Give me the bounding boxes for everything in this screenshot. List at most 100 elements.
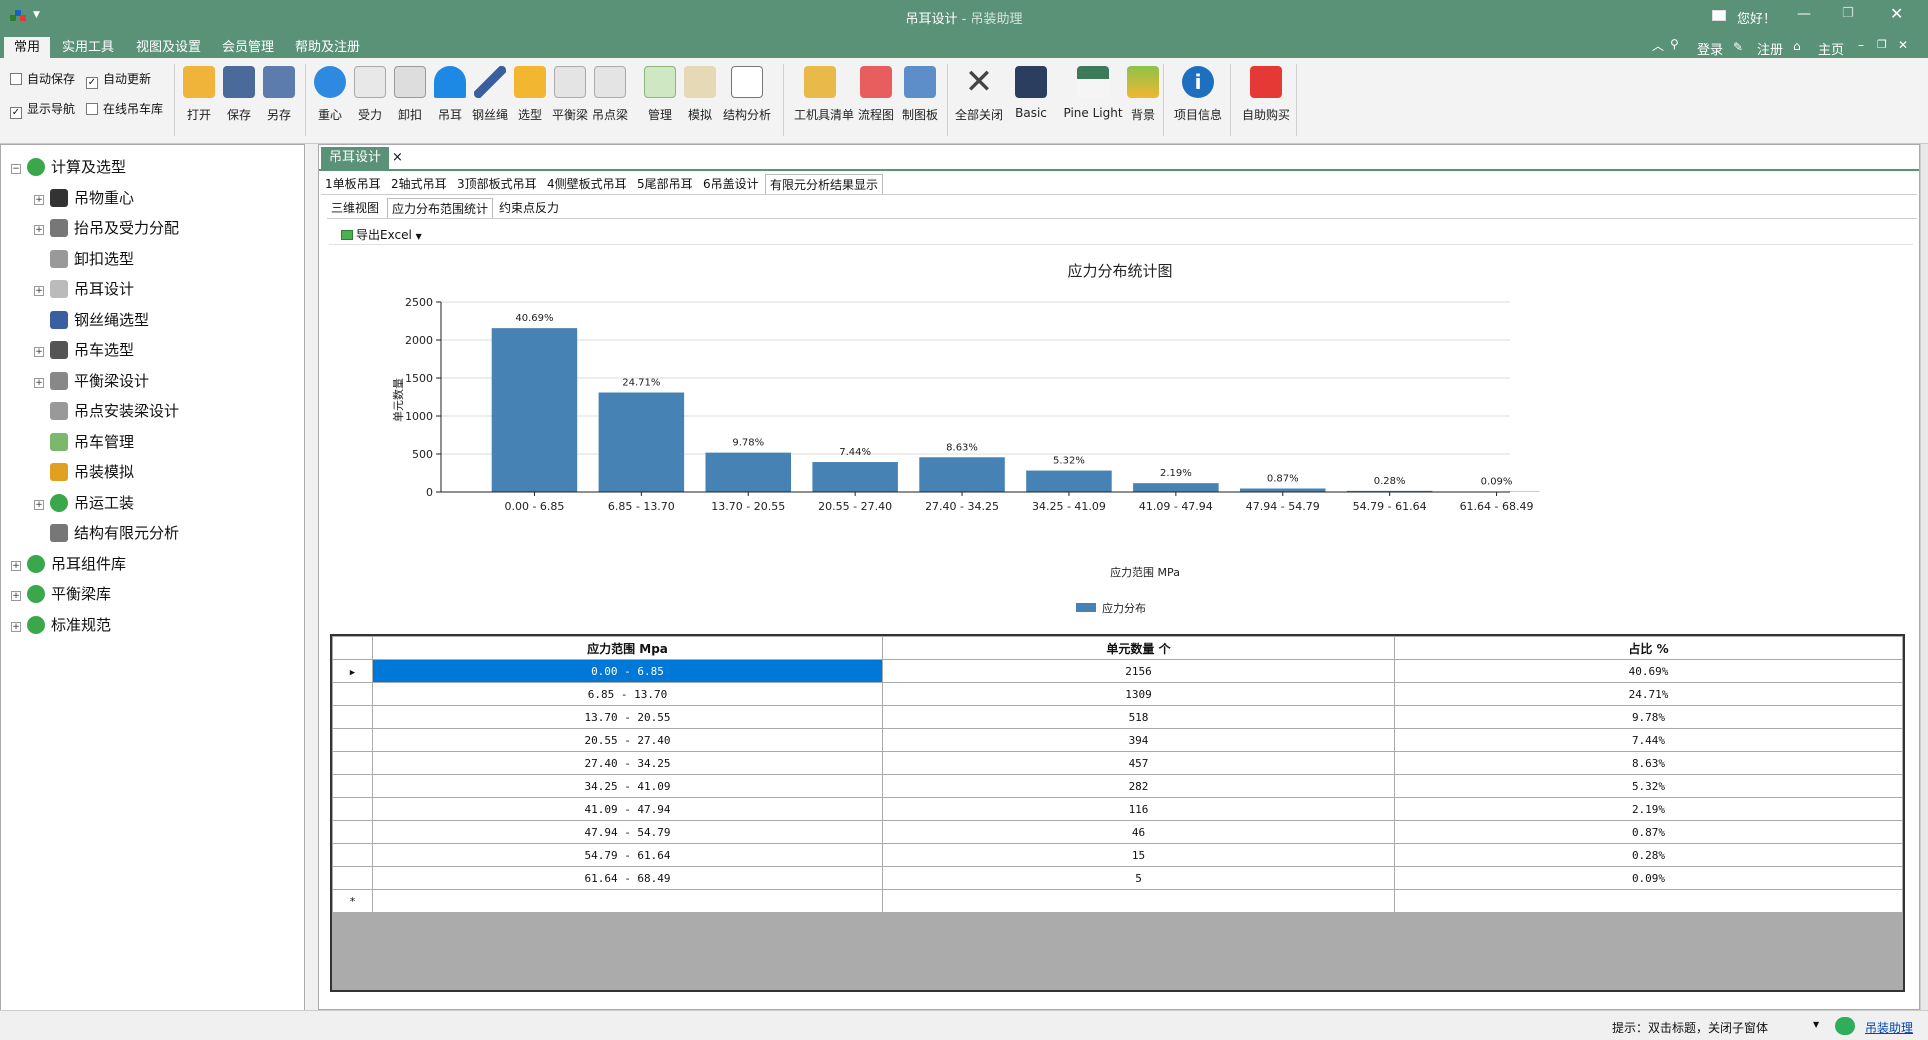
table-cell[interactable]: 46	[882, 820, 1395, 844]
expand-icon[interactable]: +	[34, 347, 44, 357]
table-cell[interactable]: 6.85 - 13.70	[372, 682, 883, 706]
nav-item-1[interactable]: + 吊物重心	[34, 186, 134, 210]
close-all-button[interactable]: ✕ 全部关闭	[955, 65, 1003, 132]
table-cell[interactable]: 394	[882, 728, 1395, 752]
table-cell[interactable]: 20.55 - 27.40	[372, 728, 883, 752]
table-cell[interactable]: 518	[882, 705, 1395, 729]
row-header[interactable]	[332, 866, 373, 890]
new-row[interactable]: *	[332, 889, 1903, 913]
nav-item-15[interactable]: + 标准规范	[11, 613, 111, 637]
status-toggle-icon[interactable]	[1835, 1017, 1855, 1035]
tab-single-plate-lug[interactable]: 1单板吊耳	[321, 174, 385, 194]
tab-3d-view[interactable]: 三维视图	[327, 198, 383, 218]
tab-stress-distribution[interactable]: 应力分布范围统计	[387, 198, 494, 218]
collapse-ribbon-icon[interactable]: ︿	[1652, 37, 1664, 54]
nav-item-12[interactable]: 结构有限元分析	[34, 521, 179, 545]
nav-item-13[interactable]: + 吊耳组件库	[11, 552, 126, 576]
table-row[interactable]: 27.40 - 34.25 457 8.63%	[332, 751, 1903, 775]
menu-item-view-settings[interactable]: 视图及设置	[126, 37, 211, 58]
menu-item-common[interactable]: 常用	[4, 37, 51, 58]
table-cell[interactable]: 2156	[882, 659, 1395, 683]
table-cell[interactable]: 34.25 - 41.09	[372, 774, 883, 798]
nav-item-0[interactable]: − 计算及选型	[11, 155, 126, 179]
row-header[interactable]	[332, 751, 373, 775]
restore-button[interactable]: ❐	[1842, 6, 1854, 21]
table-cell[interactable]: 116	[882, 797, 1395, 821]
table-cell[interactable]: 41.09 - 47.94	[372, 797, 883, 821]
column-header-element-count[interactable]: 单元数量 个	[882, 636, 1395, 660]
expand-icon[interactable]: +	[34, 194, 44, 205]
tab-fea-results[interactable]: 有限元分析结果显示	[765, 174, 884, 194]
stress-table[interactable]: 应力范围 Mpa 单元数量 个 占比 % ▶ 0.00 - 6.85 2156 40.…	[330, 634, 1905, 992]
table-cell[interactable]: 9.78%	[1394, 705, 1903, 729]
mdi-restore-button[interactable]: ❐	[1877, 38, 1887, 51]
tab-tail-lug[interactable]: 5尾部吊耳	[633, 174, 697, 194]
tab-lug-design[interactable]: 吊耳设计	[321, 147, 390, 169]
nav-item-10[interactable]: 吊装模拟	[34, 460, 134, 484]
expand-icon[interactable]: +	[34, 225, 44, 235]
nav-item-8[interactable]: 吊点安装梁设计	[34, 399, 179, 423]
nav-item-3[interactable]: 卸扣选型	[34, 247, 134, 271]
structural-analysis-button[interactable]: 结构分析	[723, 66, 771, 132]
table-row[interactable]: 47.94 - 54.79 46 0.87%	[332, 820, 1903, 844]
simulate-button[interactable]: 模拟	[676, 66, 724, 132]
table-cell[interactable]	[882, 889, 1395, 913]
background-button[interactable]: 背景	[1119, 66, 1167, 132]
expand-icon[interactable]: +	[34, 286, 44, 296]
table-cell[interactable]: 0.28%	[1394, 843, 1903, 867]
project-info-button[interactable]: i 项目信息	[1170, 66, 1226, 132]
pin-icon[interactable]: ⚲	[1670, 37, 1679, 51]
online-crane-lib-checkbox[interactable]: 在线吊车库	[86, 100, 163, 117]
theme-basic-button[interactable]: Basic	[1007, 66, 1055, 132]
tab-reaction-forces[interactable]: 约束点反力	[495, 198, 563, 218]
close-button[interactable]: ✕	[1890, 4, 1903, 23]
table-cell[interactable]: 8.63%	[1394, 751, 1903, 775]
table-cell[interactable]: 5	[882, 866, 1395, 890]
nav-item-2[interactable]: + 抬吊及受力分配	[34, 216, 179, 240]
table-cell[interactable]: 61.64 - 68.49	[372, 866, 883, 890]
nav-item-5[interactable]: 钢丝绳选型	[34, 308, 149, 332]
table-cell[interactable]: 457	[882, 751, 1395, 775]
tab-top-plate-lug[interactable]: 3顶部板式吊耳	[453, 174, 541, 194]
table-cell[interactable]: 1309	[882, 682, 1395, 706]
table-cell[interactable]: 13.70 - 20.55	[372, 705, 883, 729]
table-cell[interactable]: 0.00 - 6.85	[372, 659, 883, 683]
nav-item-11[interactable]: + 吊运工装	[34, 491, 134, 515]
row-header[interactable]	[332, 820, 373, 844]
mdi-close-button[interactable]: ✕	[1898, 38, 1908, 52]
status-app-link[interactable]: 吊装助理	[1865, 1019, 1913, 1036]
register-link[interactable]: 注册	[1757, 39, 1783, 58]
tool-list-button[interactable]: 工机具清单	[794, 66, 854, 132]
table-cell[interactable]: 54.79 - 61.64	[372, 843, 883, 867]
table-row[interactable]: 6.85 - 13.70 1309 24.71%	[332, 682, 1903, 706]
login-link[interactable]: 登录	[1697, 39, 1723, 58]
row-header[interactable]	[332, 682, 373, 706]
self-purchase-button[interactable]: 自助购买	[1238, 66, 1294, 132]
table-cell[interactable]: 2.19%	[1394, 797, 1903, 821]
table-cell[interactable]: 27.40 - 34.25	[372, 751, 883, 775]
theme-pine-light-button[interactable]: Pine Light	[1063, 66, 1123, 132]
save-as-button[interactable]: 另存	[255, 66, 303, 132]
expand-icon[interactable]: +	[11, 560, 21, 571]
tab-side-plate-lug[interactable]: 4侧壁板式吊耳	[543, 174, 631, 194]
tab-shaft-lug[interactable]: 2轴式吊耳	[387, 174, 451, 194]
table-row[interactable]: 61.64 - 68.49 5 0.09%	[332, 866, 1903, 890]
row-header[interactable]	[332, 843, 373, 867]
row-header[interactable]	[332, 705, 373, 729]
table-cell[interactable]: 0.87%	[1394, 820, 1903, 844]
collapse-icon[interactable]: −	[11, 164, 21, 174]
table-row[interactable]: ▶ 0.00 - 6.85 2156 40.69%	[332, 659, 1903, 683]
row-header[interactable]: ▶	[332, 659, 373, 683]
table-cell[interactable]: 47.94 - 54.79	[372, 820, 883, 844]
auto-update-checkbox[interactable]: ✓ 自动更新	[86, 70, 151, 89]
expand-icon[interactable]: +	[11, 621, 21, 632]
table-cell[interactable]	[372, 889, 883, 913]
table-row[interactable]: 13.70 - 20.55 518 9.78%	[332, 705, 1903, 729]
vertical-scrollbar[interactable]	[1920, 144, 1928, 1010]
table-cell[interactable]: 15	[882, 843, 1395, 867]
nav-item-6[interactable]: + 吊车选型	[34, 338, 134, 362]
expand-icon[interactable]: +	[34, 377, 44, 388]
table-cell[interactable]: 5.32%	[1394, 774, 1903, 798]
expand-icon[interactable]: +	[34, 499, 44, 510]
menu-item-help-register[interactable]: 帮助及注册	[285, 37, 370, 58]
